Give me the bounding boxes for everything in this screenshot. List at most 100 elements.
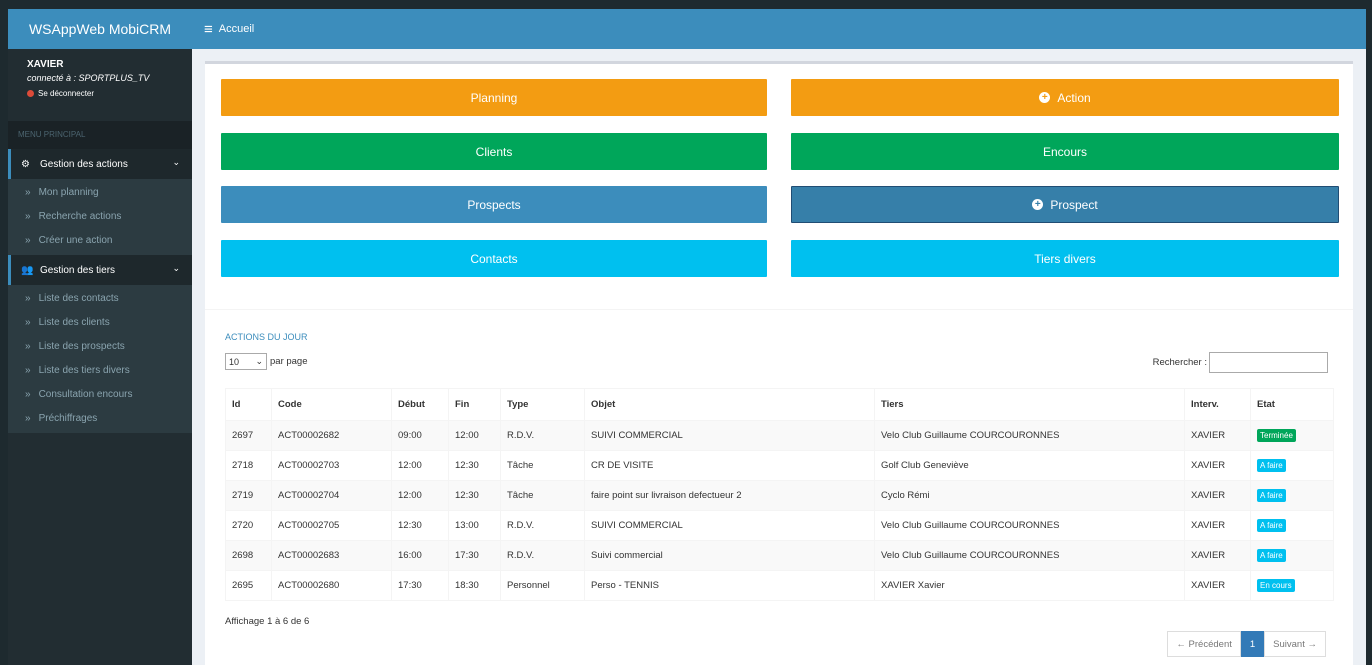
sidebar-item-prechiffrages[interactable]: » Préchiffrages xyxy=(8,407,192,431)
page-size-select[interactable]: 10 ⌄ xyxy=(225,353,267,370)
cell-id: 2719 xyxy=(225,480,272,511)
column-header[interactable]: Tiers xyxy=(874,388,1185,421)
chevron-down-icon: ⌄ xyxy=(172,263,180,273)
search-input[interactable] xyxy=(1209,352,1328,373)
pagination-page[interactable]: 1 xyxy=(1240,631,1265,657)
column-header[interactable]: Début xyxy=(391,388,449,421)
user-name: XAVIER xyxy=(27,59,64,70)
clients-button[interactable]: Clients xyxy=(221,133,767,170)
cell-id: 2718 xyxy=(225,450,272,481)
search-label: Rechercher : xyxy=(1152,357,1207,368)
column-header[interactable]: Etat xyxy=(1250,388,1334,421)
double-arrow-icon: » xyxy=(25,413,31,424)
column-header[interactable]: Code xyxy=(271,388,392,421)
cell-tiers: Velo Club Guillaume COURCOURONNES xyxy=(874,420,1185,451)
table-header-row: Id Code Début Fin Type Objet Tiers Inter… xyxy=(225,388,1334,421)
add-prospect-button[interactable]: + Prospect xyxy=(791,186,1339,223)
encours-button[interactable]: Encours xyxy=(791,133,1339,170)
sidebar-item-liste-tiers-divers[interactable]: » Liste des tiers divers xyxy=(8,359,192,383)
sidebar-item-creer-action[interactable]: » Créer une action xyxy=(8,229,192,253)
sidebar-item-label: Préchiffrages xyxy=(38,413,98,424)
column-header[interactable]: Fin xyxy=(448,388,501,421)
cell-subject: CR DE VISITE xyxy=(584,450,875,481)
sidebar-item-liste-prospects[interactable]: » Liste des prospects xyxy=(8,335,192,359)
sidebar-item-label: Liste des clients xyxy=(38,317,110,328)
cell-start: 12:30 xyxy=(391,510,449,541)
sidebar-item-liste-clients[interactable]: » Liste des clients xyxy=(8,311,192,335)
cell-interv: XAVIER xyxy=(1184,420,1251,451)
tiers-divers-button[interactable]: Tiers divers xyxy=(791,240,1339,277)
cell-end: 17:30 xyxy=(448,540,501,571)
sidebar-item-recherche-actions[interactable]: » Recherche actions xyxy=(8,205,192,229)
chevron-down-icon: ⌄ xyxy=(255,356,263,366)
cell-type: R.D.V. xyxy=(500,540,585,571)
cell-status: En cours xyxy=(1250,570,1334,601)
hamburger-icon[interactable]: ≡ xyxy=(204,22,213,37)
sidebar-item-label: Liste des prospects xyxy=(38,341,125,352)
sidebar-item-label: Mon planning xyxy=(38,187,99,198)
table-info: Affichage 1 à 6 de 6 xyxy=(225,616,310,627)
cell-tiers: XAVIER Xavier xyxy=(874,570,1185,601)
cell-code: ACT00002682 xyxy=(271,420,392,451)
breadcrumb[interactable]: Accueil xyxy=(219,23,254,35)
cell-interv: XAVIER xyxy=(1184,540,1251,571)
user-panel: XAVIER connecté à : SPORTPLUS_TV Se déco… xyxy=(8,49,192,121)
pagination-next[interactable]: Suivant → xyxy=(1264,631,1326,657)
cell-subject: Perso - TENNIS xyxy=(584,570,875,601)
cell-start: 17:30 xyxy=(391,570,449,601)
double-arrow-icon: » xyxy=(25,389,31,400)
cell-type: R.D.V. xyxy=(500,420,585,451)
cell-start: 16:00 xyxy=(391,540,449,571)
column-header[interactable]: Interv. xyxy=(1184,388,1251,421)
column-header[interactable]: Id xyxy=(225,388,272,421)
section-title: ACTIONS DU JOUR xyxy=(225,332,308,342)
plus-circle-icon: + xyxy=(1032,199,1044,210)
sidebar-group-actions[interactable]: ⚙ Gestion des actions ⌄ xyxy=(8,149,192,179)
cell-code: ACT00002680 xyxy=(271,570,392,601)
planning-button[interactable]: Planning xyxy=(221,79,767,116)
table-row[interactable]: 2695 ACT00002680 17:30 18:30 Personnel P… xyxy=(225,570,1334,601)
table-row[interactable]: 2697 ACT00002682 09:00 12:00 R.D.V. SUIV… xyxy=(225,420,1334,451)
column-header[interactable]: Objet xyxy=(584,388,875,421)
sidebar-item-liste-contacts[interactable]: » Liste des contacts xyxy=(8,287,192,311)
cell-interv: XAVIER xyxy=(1184,480,1251,511)
sidebar-item-consultation-encours[interactable]: » Consultation encours xyxy=(8,383,192,407)
cell-interv: XAVIER xyxy=(1184,570,1251,601)
cell-id: 2697 xyxy=(225,420,272,451)
status-badge: En cours xyxy=(1257,579,1295,592)
cell-subject: SUIVI COMMERCIAL xyxy=(584,420,875,451)
status-badge: A faire xyxy=(1257,459,1286,472)
contacts-button[interactable]: Contacts xyxy=(221,240,767,277)
pagination-prev[interactable]: ← Précédent xyxy=(1167,631,1241,657)
page-length-control: 10 ⌄ par page xyxy=(225,353,308,370)
table-row[interactable]: 2698 ACT00002683 16:00 17:30 R.D.V. Suiv… xyxy=(225,540,1334,571)
column-header[interactable]: Type xyxy=(500,388,585,421)
table-row[interactable]: 2718 ACT00002703 12:00 12:30 Tâche CR DE… xyxy=(225,450,1334,481)
cell-tiers: Cyclo Rémi xyxy=(874,480,1185,511)
cell-end: 13:00 xyxy=(448,510,501,541)
main-content: Planning + Action Clients Encours Prospe… xyxy=(192,49,1366,665)
prospects-button[interactable]: Prospects xyxy=(221,186,767,223)
table-row[interactable]: 2719 ACT00002704 12:00 12:30 Tâche faire… xyxy=(225,480,1334,511)
double-arrow-icon: » xyxy=(25,365,31,376)
sidebar-item-label: Recherche actions xyxy=(38,211,122,222)
dashboard-box: Planning + Action Clients Encours Prospe… xyxy=(205,61,1353,665)
users-icon: 👥 xyxy=(21,264,34,276)
pagination: ← Précédent 1 Suivant → xyxy=(1167,631,1326,657)
sidebar-group-tiers[interactable]: 👥 Gestion des tiers ⌄ xyxy=(8,255,192,285)
cell-status: A faire xyxy=(1250,540,1334,571)
sidebar-item-mon-planning[interactable]: » Mon planning xyxy=(8,181,192,205)
cell-start: 12:00 xyxy=(391,480,449,511)
add-action-label: Action xyxy=(1057,90,1091,105)
app-logo[interactable]: WSAppWeb MobiCRM xyxy=(8,9,192,49)
double-arrow-icon: » xyxy=(25,235,31,246)
cell-interv: XAVIER xyxy=(1184,450,1251,481)
logout-link[interactable]: Se déconnecter xyxy=(27,89,174,98)
table-row[interactable]: 2720 ACT00002705 12:30 13:00 R.D.V. SUIV… xyxy=(225,510,1334,541)
cell-end: 12:00 xyxy=(448,420,501,451)
sidebar-item-label: Créer une action xyxy=(38,235,113,246)
cell-type: R.D.V. xyxy=(500,510,585,541)
double-arrow-icon: » xyxy=(25,317,31,328)
add-prospect-label: Prospect xyxy=(1050,197,1098,212)
add-action-button[interactable]: + Action xyxy=(791,79,1339,116)
